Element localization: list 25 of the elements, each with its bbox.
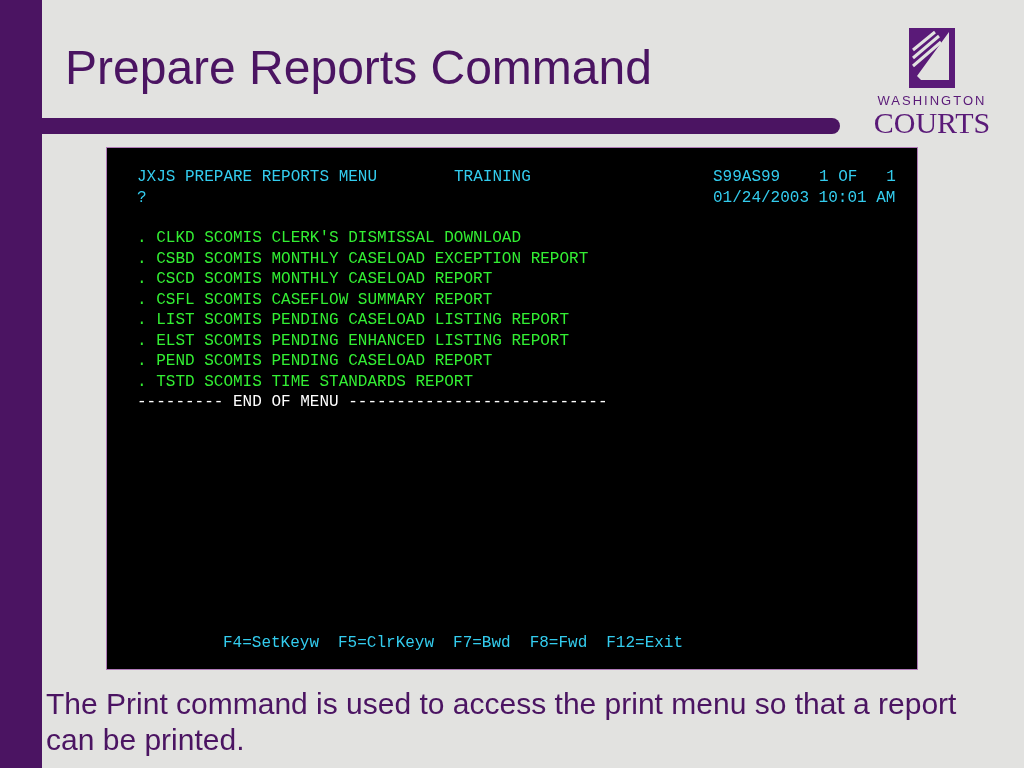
menu-item[interactable]: . PEND SCOMIS PENDING CASELOAD REPORT — [137, 351, 493, 372]
menu-item[interactable]: . CSCD SCOMIS MONTHLY CASELOAD REPORT — [137, 269, 493, 290]
function-key-hint: F7=Bwd — [453, 632, 511, 653]
menu-item[interactable]: . TSTD SCOMIS TIME STANDARDS REPORT — [137, 371, 474, 392]
date-time: 01/24/2003 10:01 AM — [713, 187, 896, 208]
function-key-hint: F12=Exit — [606, 632, 684, 653]
courthouse-logo-icon — [909, 28, 955, 88]
logo-subtitle: WASHINGTON — [877, 94, 987, 108]
screen-title: JXJS PREPARE REPORTS MENU — [137, 167, 379, 188]
menu-item[interactable]: . LIST SCOMIS PENDING CASELOAD LISTING REPORT — [137, 310, 570, 331]
function-key-hint: F8=Fwd — [529, 632, 588, 653]
logo-name: COURTS — [873, 108, 991, 138]
menu-item[interactable]: . CSBD SCOMIS MONTHLY CASELOAD EXCEPTION REPORT — [137, 248, 589, 269]
end-of-menu-line: --------- END OF MENU --------------------------- — [137, 392, 608, 413]
slide-caption: The Print command is used to access the print menu so that a report can be printed. — [46, 686, 958, 758]
mode-label: TRAINING — [454, 167, 532, 188]
command-prompt: ? — [137, 187, 148, 208]
menu-item[interactable]: . CLKD SCOMIS CLERK'S DISMISSAL DOWNLOAD — [137, 228, 522, 249]
menu-item[interactable]: . ELST SCOMIS PENDING ENHANCED LISTING REPORT — [137, 330, 570, 351]
slide-title: Prepare Reports Command — [65, 40, 653, 96]
page-indicator: 1 OF 1 — [819, 167, 896, 188]
menu-item[interactable]: . CSFL SCOMIS CASEFLOW SUMMARY REPORT — [137, 289, 493, 310]
user-id: S99AS99 — [713, 167, 782, 188]
function-key-hint: F4=SetKeyw — [223, 632, 319, 653]
function-key-hint: F5=ClrKeyw — [338, 632, 435, 653]
